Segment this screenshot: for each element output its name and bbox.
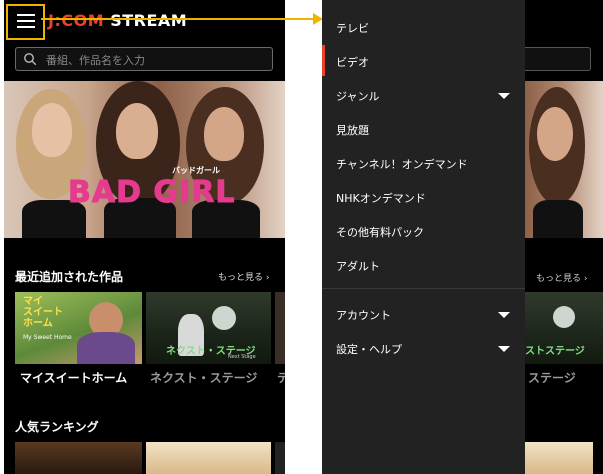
menu-divider [322,288,525,289]
background-thumbnail: ストステージ [525,292,603,364]
thumbnail-figure [553,306,575,328]
menu-line-icon [17,20,35,22]
menu-item-label: 設定・ヘルプ [336,343,402,356]
background-hero [525,81,603,238]
menu-item-label: ビデオ [336,56,369,69]
active-indicator [322,45,325,76]
search-icon [24,53,37,66]
chevron-right-icon: › [265,273,270,283]
background-header [525,0,603,40]
menu-open-screen: もっと見る › ストステージ ステージ テレビ ビデオ ジャンル 見放題 チャン… [322,0,603,474]
section-title-ranking: 人気ランキング [15,420,99,434]
more-link-label: もっと見る [218,273,264,283]
chevron-down-icon[interactable] [498,93,510,99]
background-search [525,47,591,71]
menu-item-adult[interactable]: アダルト [336,258,380,274]
menu-item-label: 見放題 [336,124,369,137]
thumbnail-title: マイ スイート ホーム [23,296,63,329]
content-title[interactable]: テ [277,369,285,386]
menu-item-label: その他有料パック [336,226,424,239]
hamburger-menu-button[interactable] [6,4,45,40]
menu-item-channel-ondemand[interactable]: チャンネル！オンデマンド [336,156,468,172]
more-link-label: もっと見る [536,274,582,284]
hero-figure [32,103,72,157]
menu-item-label: チャンネル！オンデマンド [336,158,468,171]
content-title[interactable]: マイスイートホーム [20,369,127,386]
content-title[interactable]: ネクスト・ステージ [150,369,257,386]
chevron-right-icon: › [581,274,588,284]
thumbnail-figure [77,332,135,364]
menu-line-icon [17,14,35,16]
more-link-recent[interactable]: もっと見る › [218,270,270,283]
menu-item-label: アカウント [336,309,391,322]
menu-item-label: テレビ [336,22,369,35]
hero-figure [537,107,573,161]
content-thumbnail[interactable] [275,292,285,364]
content-thumbnail[interactable]: ネクスト・ステージ Next Stage [146,292,271,364]
more-link-recent[interactable]: もっと見る › [536,271,587,284]
main-screen: J:COM STREAM 番組、作品名を入力 バッドガール BAD GIRL 最… [4,0,285,474]
hero-figure [204,107,244,161]
menu-item-settings-help[interactable]: 設定・ヘルプ [336,341,402,357]
menu-item-paid-packs[interactable]: その他有料パック [336,224,424,240]
ranking-thumbnail[interactable] [15,442,142,474]
thumbnail-subtitle: Next Stage [228,354,256,360]
hero-title: BAD GIRL [67,175,236,211]
thumbnail-figure [212,306,236,330]
ranking-thumbnail[interactable] [146,442,271,474]
menu-item-label: NHKオンデマンド [336,192,426,205]
hero-banner[interactable]: バッドガール BAD GIRL [4,81,285,238]
menu-item-video[interactable]: ビデオ [336,54,369,70]
ranking-thumbnail[interactable] [275,442,285,474]
menu-item-nhk-ondemand[interactable]: NHKオンデマンド [336,190,426,206]
menu-item-account[interactable]: アカウント [336,307,391,323]
chevron-down-icon[interactable] [498,312,510,318]
hero-figure [116,103,158,159]
thumbnail-subtitle: My Sweet Home [23,334,72,341]
menu-line-icon [17,26,35,28]
section-title-recent: 最近追加された作品 [15,270,124,284]
background-thumbnail [525,442,593,474]
menu-item-label: ジャンル [336,90,380,103]
menu-item-unlimited[interactable]: 見放題 [336,122,369,138]
arrow-connector-icon [41,13,323,25]
content-thumbnail[interactable]: マイ スイート ホーム My Sweet Home [15,292,142,364]
content-title[interactable]: ステージ [528,369,576,386]
menu-item-label: アダルト [336,260,380,273]
hero-figure [533,200,583,238]
search-placeholder: 番組、作品名を入力 [46,54,145,67]
search-input[interactable]: 番組、作品名を入力 [15,47,273,71]
menu-item-tv[interactable]: テレビ [336,20,369,36]
chevron-down-icon[interactable] [498,346,510,352]
menu-item-genre[interactable]: ジャンル [336,88,379,104]
navigation-drawer: テレビ ビデオ ジャンル 見放題 チャンネル！オンデマンド NHKオンデマンド … [322,0,525,474]
thumbnail-title: ストステージ [525,346,585,357]
